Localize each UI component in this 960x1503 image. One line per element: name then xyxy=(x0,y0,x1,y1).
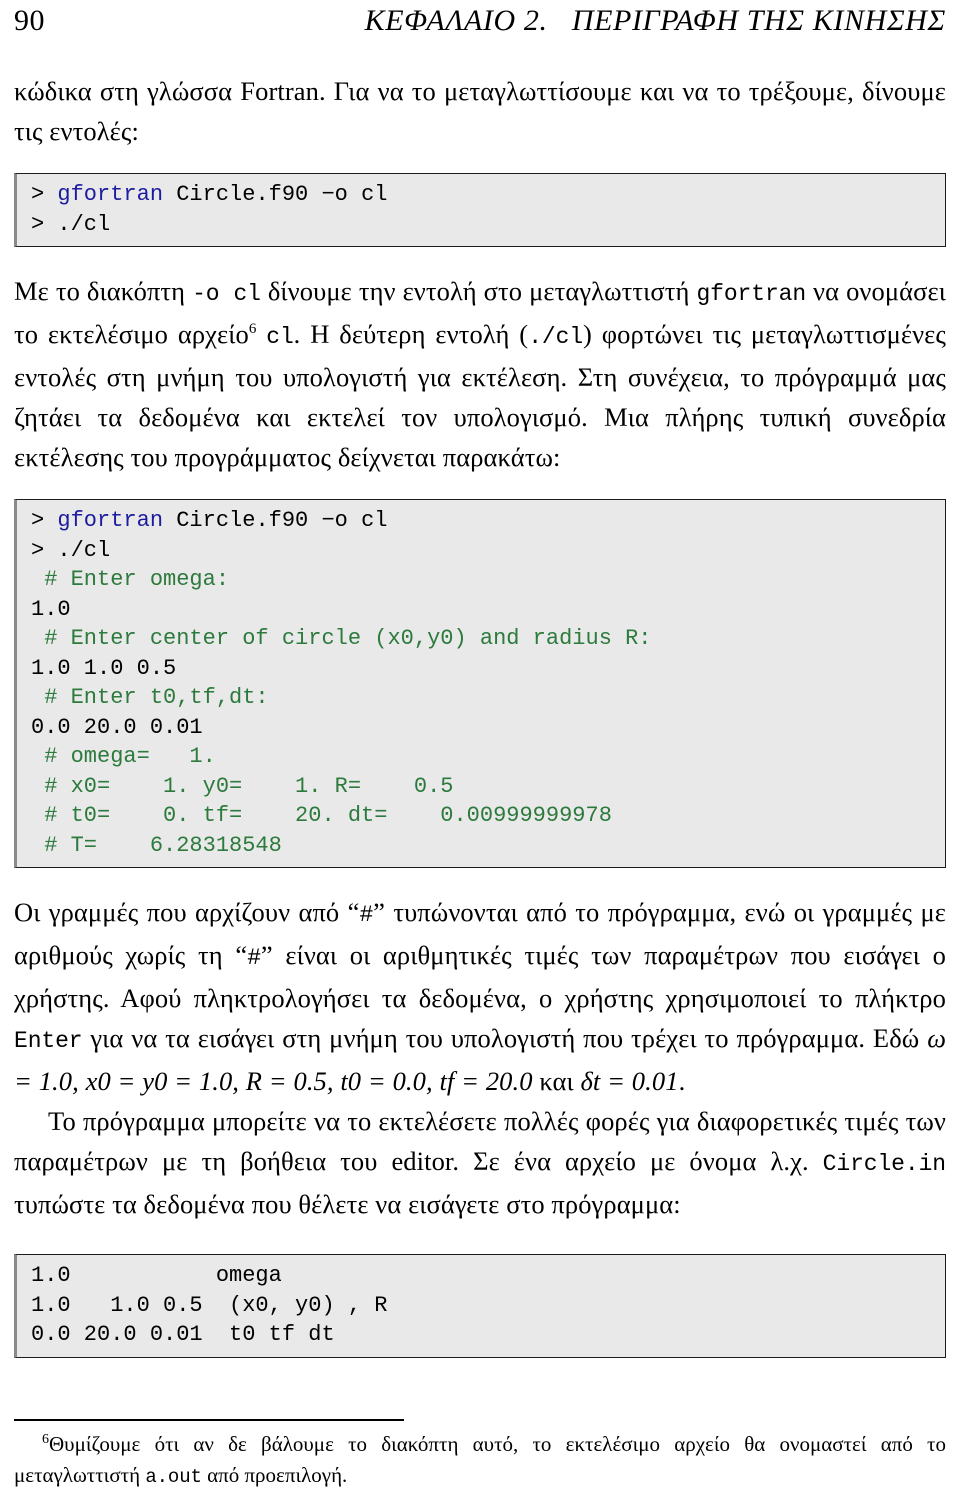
code-text: 0.0 20.0 0.01 xyxy=(31,714,203,740)
paragraph-explain-output: Οι γραμμές που αρχίζουν από “#” τυπώνοντ… xyxy=(14,892,946,1101)
footnote-code-a-out: a.out xyxy=(145,1466,202,1488)
code-text: Circle.f90 −o cl xyxy=(163,182,388,207)
chapter-title: ΚΕΦΑΛΑΙΟ 2. ΠΕΡΙΓΡΑΦΗ ΤΗΣ ΚΙΝΗΣΗΣ xyxy=(364,4,946,37)
code-line: # Enter center of circle (x0,y0) and rad… xyxy=(17,624,945,654)
document-page: 90 ΚΕΦΑΛΑΙΟ 2. ΠΕΡΙΓΡΑΦΗ ΤΗΣ ΚΙΝΗΣΗΣ κώδ… xyxy=(0,0,960,1503)
running-header: 90 ΚΕΦΑΛΑΙΟ 2. ΠΕΡΙΓΡΑΦΗ ΤΗΣ ΚΙΝΗΣΗΣ xyxy=(14,0,946,46)
code-text: 1.0 1.0 0.5 xyxy=(31,655,177,681)
code-line: > gfortran Circle.f90 −o cl xyxy=(17,180,945,210)
code-text: 1.0 omega xyxy=(31,1263,282,1288)
footnote-reference-6: 6 xyxy=(248,321,257,338)
paragraph-intro-text: κώδικα στη γλώσσα Fortran. Για να το μετ… xyxy=(14,76,946,146)
code-line: > gfortran Circle.f90 −o cl xyxy=(17,506,945,536)
code-line: # T= 6.28318548 xyxy=(17,831,945,861)
code-comment: # t0= 0. tf= 20. dt= 0.00999999978 xyxy=(31,803,612,828)
code-listing-compile-run: > gfortran Circle.f90 −o cl > ./cl xyxy=(14,173,946,247)
p3-seg-e: και xyxy=(532,1066,581,1096)
code-text: > xyxy=(31,182,58,207)
p3-seg-d: για να τα εισάγει στη μνήμη του υπολογισ… xyxy=(82,1023,928,1053)
footnote-marker: 6 xyxy=(42,1432,49,1447)
code-text: Circle.f90 −o cl xyxy=(163,508,388,533)
code-line: # t0= 0. tf= 20. dt= 0.00999999978 xyxy=(17,801,945,831)
code-line: # Enter omega: xyxy=(17,565,945,595)
code-line: # Enter t0,tf,dt: xyxy=(17,683,945,713)
code-comment: # T= 6.28318548 xyxy=(31,832,282,858)
code-keyword: gfortran xyxy=(57,182,164,207)
code-line: 1.0 omega xyxy=(17,1261,945,1291)
p4-seg-a: Το πρόγραμμα μπορείτε να το εκτελέσετε π… xyxy=(14,1106,946,1176)
p2-code-gfortran: gfortran xyxy=(696,281,807,307)
code-line: 1.0 1.0 0.5 (x0, y0) , R xyxy=(17,1291,945,1321)
footnote-rule xyxy=(14,1419,404,1421)
code-comment: # Enter omega: xyxy=(31,567,230,592)
code-line: 0.0 20.0 0.01 t0 tf dt xyxy=(17,1320,945,1350)
code-text: 1.0 1.0 0.5 (x0, y0) , R xyxy=(31,1292,388,1318)
code-text: 1.0 xyxy=(31,596,71,622)
p2-code-o-switch: -o cl xyxy=(192,281,261,307)
code-keyword: gfortran xyxy=(57,508,164,533)
p2-code-dotslash-cl: ./cl xyxy=(528,324,584,350)
p4-seg-b: τυπώστε τα δεδομένα που θέλετε να εισάγε… xyxy=(14,1189,681,1219)
footnote-area: 6Θυμίζουμε ότι αν δε βάλουμε το διακόπτη… xyxy=(14,1419,946,1493)
code-comment: # Enter t0,tf,dt: xyxy=(31,685,269,710)
p4-code-circle-in: Circle.in xyxy=(822,1151,946,1177)
p2-code-cl: cl xyxy=(266,324,294,350)
code-line: 1.0 xyxy=(17,595,945,625)
p2-seg-d: . Η δεύτερη εντολή ( xyxy=(293,319,529,349)
code-text: > xyxy=(31,508,58,533)
code-line: # omega= 1. xyxy=(17,742,945,772)
p3-seg-a: Οι γραμμές που αρχίζουν από “ xyxy=(14,897,360,927)
code-text: > ./cl xyxy=(31,211,111,237)
p3-hash-1: # xyxy=(359,902,374,928)
code-comment: # omega= 1. xyxy=(31,744,216,769)
code-listing-terminal-session: > gfortran Circle.f90 −o cl > ./cl # Ente… xyxy=(14,499,946,868)
p3-hash-2: # xyxy=(247,945,261,971)
paragraph-input-file: Το πρόγραμμα μπορείτε να το εκτελέσετε π… xyxy=(14,1101,946,1224)
code-line: > ./cl xyxy=(17,210,945,240)
footnote-6: 6Θυμίζουμε ότι αν δε βάλουμε το διακόπτη… xyxy=(14,1429,946,1493)
code-line: 1.0 1.0 0.5 xyxy=(17,654,945,684)
p3-seg-f: . xyxy=(678,1066,686,1096)
code-line: > ./cl xyxy=(17,536,945,566)
code-text: > ./cl xyxy=(31,537,111,563)
paragraph-explain-compile: Με το διακόπτη -o cl δίνουμε την εντολή … xyxy=(14,271,946,477)
code-listing-input-file: 1.0 omega 1.0 1.0 0.5 (x0, y0) , R 0.0 20.… xyxy=(14,1254,946,1358)
p2-seg-b: δίνουμε την εντολή στο μεταγλωττιστή xyxy=(260,276,697,306)
code-text: 0.0 20.0 0.01 t0 tf dt xyxy=(31,1322,335,1347)
p2-seg-a: Με το διακόπτη xyxy=(14,276,193,306)
code-line: # x0= 1. y0= 1. R= 0.5 xyxy=(17,772,945,802)
code-line: 0.0 20.0 0.01 xyxy=(17,713,945,743)
code-comment: # Enter center of circle (x0,y0) and rad… xyxy=(31,626,652,651)
p3-code-enter-key: Enter xyxy=(14,1028,83,1054)
footnote-text-b: από προεπιλογή. xyxy=(201,1463,348,1487)
p3-math-dt: δt = 0.01 xyxy=(580,1066,679,1096)
paragraph-intro: κώδικα στη γλώσσα Fortran. Για να το μετ… xyxy=(14,71,946,151)
page-number: 90 xyxy=(14,4,45,37)
code-comment: # x0= 1. y0= 1. R= 0.5 xyxy=(31,773,454,799)
